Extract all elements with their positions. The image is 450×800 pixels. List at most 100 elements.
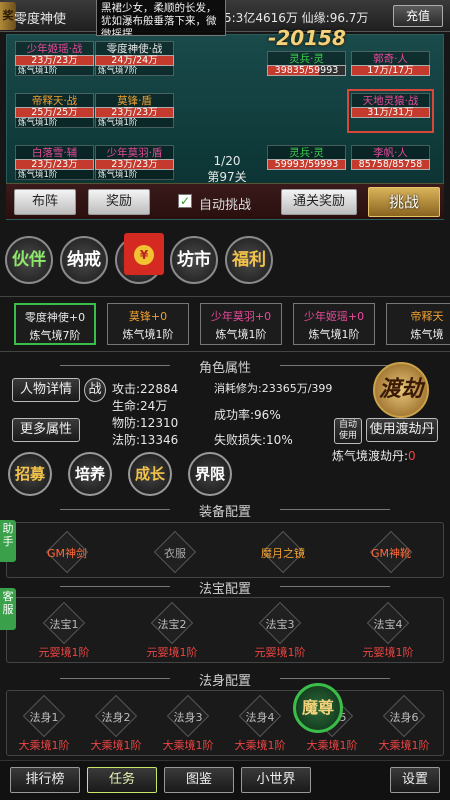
treasure-name: 法宝2 — [157, 618, 187, 631]
unit-name: 灵兵·灵 — [267, 145, 346, 159]
equip-name: 魔月之镜 — [261, 547, 305, 560]
enemy-unit[interactable]: 天地灵猿·战 31万/31万 — [347, 89, 434, 133]
success-rate: 成功率:96% — [214, 408, 281, 422]
hp-text: 24万/24万 — [111, 55, 158, 66]
welfare-button[interactable]: 福利 — [225, 236, 273, 284]
treasure-slot[interactable]: 法宝3 元婴境1阶 — [245, 601, 315, 660]
body-slot[interactable]: 法身3 大乘境1阶 — [153, 694, 223, 753]
body-slot[interactable]: 法身1 大乘境1阶 — [9, 694, 79, 753]
stage-page: 1/20 — [213, 154, 241, 168]
story-notice: 黑裙少女，柔顺的长发，犹如瀑布般垂落下来，微微摇摆... — [96, 0, 226, 36]
equip-slot[interactable]: GM神靴 — [361, 530, 421, 574]
treasure-level: 元婴境1阶 — [362, 646, 414, 659]
task-button[interactable]: 任务 — [87, 767, 157, 793]
more-attributes-button[interactable]: 更多属性 — [12, 418, 80, 442]
treasure-slot[interactable]: 法宝4 元婴境1阶 — [353, 601, 423, 660]
equip-name: GM神剑 — [46, 547, 87, 560]
player-name: 零度神使 — [14, 12, 67, 27]
body-level: 大乘境1阶 — [306, 739, 358, 752]
auto-challenge-checkbox[interactable]: ✓ — [178, 194, 192, 208]
ally-unit[interactable]: 零度神使·战 24万/24万 炼气境7阶 — [95, 41, 174, 77]
detail-button[interactable]: 人物详情 — [12, 378, 80, 402]
equip-slot[interactable]: 衣服 — [145, 530, 205, 574]
hp-text: 23万/23万 — [31, 159, 78, 170]
grow-button[interactable]: 成长 — [128, 452, 172, 496]
equip-panel: GM神剑 衣服 魔月之镜 GM神靴 — [6, 522, 444, 578]
small-world-button[interactable]: 小世界 — [241, 767, 311, 793]
character-card[interactable]: 莫锋+0 炼气境1阶 — [107, 303, 189, 345]
ring-button[interactable]: 纳戒 — [60, 236, 108, 284]
body-slot[interactable]: 法身2 大乘境1阶 — [81, 694, 151, 753]
character-card[interactable]: 少年莫羽+0 炼气境1阶 — [200, 303, 282, 345]
enemy-unit[interactable]: 灵兵·灵 39835/59993 — [267, 51, 346, 87]
rank-button[interactable]: 排行榜 — [10, 767, 80, 793]
pill-label: 炼气境渡劫丹: — [332, 449, 409, 463]
treasure-slot[interactable]: 法宝1 元婴境1阶 — [29, 601, 99, 660]
stage-info: 1/20 第97关 — [197, 153, 257, 185]
limit-button[interactable]: 界限 — [188, 452, 232, 496]
enemy-unit[interactable]: 李帆·人 85758/85758 — [351, 145, 430, 181]
topup-button[interactable]: 充值 — [393, 5, 443, 27]
treasure-name: 法宝1 — [49, 618, 79, 631]
customer-service-tab[interactable]: 客服 — [0, 588, 16, 630]
ally-unit[interactable]: 少年莫羽·盾 23万/23万 炼气境1阶 — [95, 145, 174, 181]
unit-name: 郭奇·人 — [351, 51, 430, 65]
treasure-slot[interactable]: 法宝2 元婴境1阶 — [137, 601, 207, 660]
settings-button[interactable]: 设置 — [390, 767, 440, 793]
character-card-name: 零度神使+0 — [24, 311, 86, 324]
body-name: 法身6 — [389, 711, 419, 724]
assistant-tab[interactable]: 助手 — [0, 520, 16, 562]
treasure-name: 法宝4 — [373, 618, 403, 631]
hp-bar: 23万/23万 — [15, 159, 94, 170]
challenge-button[interactable]: 挑战 — [368, 187, 440, 217]
enemy-unit[interactable]: 郭奇·人 17万/17万 — [351, 51, 430, 87]
reward-button[interactable]: 奖励 — [88, 189, 150, 215]
body-slot[interactable]: 法身6 大乘境1阶 — [369, 694, 439, 753]
ally-unit[interactable]: 白落雪·辅 23万/23万 炼气境1阶 — [15, 145, 94, 181]
formation-button[interactable]: 布阵 — [14, 189, 76, 215]
hp-text: 23万/23万 — [31, 55, 78, 66]
battle-toggle-button[interactable]: 战 — [84, 378, 106, 402]
atlas-button[interactable]: 图鉴 — [164, 767, 234, 793]
body-name: 法身2 — [101, 711, 131, 724]
unit-name: 莫锋·盾 — [95, 93, 174, 107]
partner-button[interactable]: 伙伴 — [5, 236, 53, 284]
ally-unit[interactable]: 莫锋·盾 23万/23万 炼气境1阶 — [95, 93, 174, 129]
yuan-coin-icon: ¥ — [134, 245, 154, 265]
hp-bar: 23万/23万 — [15, 55, 94, 66]
character-card[interactable]: 帝释天 炼气境 — [386, 303, 450, 345]
pill-count-label: 炼气境渡劫丹:0 — [332, 447, 416, 464]
character-card-name: 帝释天 — [410, 310, 444, 323]
equip-slot[interactable]: 魔月之镜 — [253, 530, 313, 574]
action-bar: 布阵 奖励 ✓ 自动挑战 通关奖励 挑战 — [6, 183, 444, 219]
tribulation-button[interactable]: 渡劫 — [373, 362, 429, 418]
unit-name: 少年莫羽·盾 — [95, 145, 174, 159]
red-packet-icon[interactable]: ¥ — [124, 233, 164, 275]
equip-slot[interactable]: GM神剑 — [37, 530, 97, 574]
hp-bar: 17万/17万 — [351, 65, 430, 76]
unit-name: 灵兵·灵 — [267, 51, 346, 65]
body-panel: 法身1大乘境1阶法身2大乘境1阶法身3大乘境1阶法身4大乘境1阶法身5大乘境1阶… — [6, 690, 444, 756]
recruit-button[interactable]: 招募 — [8, 452, 52, 496]
character-card[interactable]: 零度神使+0 炼气境7阶 — [14, 303, 96, 345]
enemy-unit[interactable]: 灵兵·灵 59993/59993 — [267, 145, 346, 181]
hp-text: 85758/85758 — [358, 159, 423, 170]
unit-realm: 炼气境1阶 — [15, 118, 94, 128]
auto-use-toggle[interactable]: 自动使用 — [334, 418, 362, 444]
body-slot[interactable]: 法身4 大乘境1阶 — [225, 694, 295, 753]
market-button[interactable]: 坊市 — [170, 236, 218, 284]
ally-unit[interactable]: 帝释天·战 25万/25万 炼气境1阶 — [15, 93, 94, 129]
mozun-badge[interactable]: 魔尊 — [293, 683, 343, 733]
clear-reward-button[interactable]: 通关奖励 — [281, 189, 357, 215]
body-level: 大乘境1阶 — [234, 739, 286, 752]
body-name: 法身4 — [245, 711, 275, 724]
train-button[interactable]: 培养 — [68, 452, 112, 496]
character-card-name: 少年姬瑶+0 — [303, 310, 365, 323]
hp-text: 23万/23万 — [111, 159, 158, 170]
ally-unit[interactable]: 少年姬瑶·战 23万/23万 炼气境1阶 — [15, 41, 94, 77]
unit-name: 白落雪·辅 — [15, 145, 94, 159]
character-card[interactable]: 少年姬瑶+0 炼气境1阶 — [293, 303, 375, 345]
equip-name: GM神靴 — [370, 547, 411, 560]
pill-count: 0 — [408, 449, 416, 463]
use-pill-button[interactable]: 使用渡劫丹 — [366, 418, 438, 442]
